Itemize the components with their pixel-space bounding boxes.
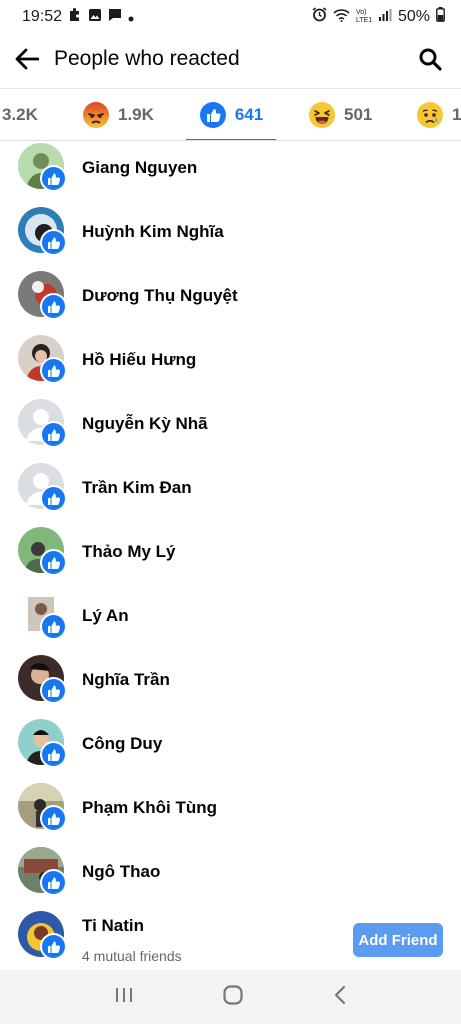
list-item[interactable]: Trần Kim Đan [0, 456, 461, 520]
app-bar: People who reacted [0, 36, 461, 82]
list-item[interactable]: Thảo My Lý [0, 520, 461, 584]
recent-apps-button[interactable] [114, 986, 134, 1009]
angry-reaction-icon [82, 101, 110, 129]
chevron-left-icon [334, 985, 345, 1004]
recents-icon [116, 987, 133, 1002]
tab-count: 1.9K [118, 105, 154, 124]
sad-reaction-icon [416, 101, 444, 129]
back-button[interactable] [14, 46, 40, 72]
list-item[interactable]: Ti Natin 4 mutual friends Add Friend [0, 904, 461, 968]
like-icon [40, 549, 67, 576]
system-back-button[interactable] [333, 985, 347, 1010]
tab-like[interactable]: 641 [186, 89, 276, 140]
like-icon [40, 229, 67, 256]
tab-all[interactable]: 3.2K [2, 89, 38, 140]
list-item[interactable]: Nguyễn Kỳ Nhã [0, 392, 461, 456]
like-icon [40, 485, 67, 512]
gallery-icon [88, 8, 102, 26]
add-friend-button[interactable]: Add Friend [353, 923, 443, 957]
battery-percent: 50% [397, 8, 430, 25]
person-name[interactable]: Hồ Hiếu Hưng [82, 350, 196, 370]
person-name[interactable]: Giang Nguyen [82, 158, 197, 178]
status-bar: 19:52 Vo) LTE1 50% [0, 0, 461, 34]
haha-reaction-icon [308, 101, 336, 129]
person-name[interactable]: Lý An [82, 606, 129, 626]
person-name[interactable]: Ngô Thao [82, 862, 160, 882]
person-name[interactable]: Nguyễn Kỳ Nhã [82, 414, 208, 434]
wifi-icon [333, 8, 350, 27]
list-item[interactable]: Ngô Thao [0, 840, 461, 904]
like-icon [40, 165, 67, 192]
battery-icon [436, 7, 445, 27]
like-icon [40, 677, 67, 704]
like-icon [40, 357, 67, 384]
tab-count: 641 [234, 105, 264, 124]
tab-angry[interactable]: 1.9K [82, 89, 154, 140]
home-button[interactable] [222, 984, 244, 1011]
reaction-tabs: 3.2K 1.9K 641 501 1 [0, 88, 461, 141]
like-icon [40, 421, 67, 448]
like-icon [40, 869, 67, 896]
tab-count: 3.2K [2, 105, 38, 124]
list-item[interactable]: Lý An [0, 584, 461, 648]
person-name[interactable]: Huỳnh Kim Nghĩa [82, 222, 224, 242]
arrow-left-icon [15, 48, 39, 70]
like-icon [40, 293, 67, 320]
search-button[interactable] [417, 46, 443, 72]
home-icon [223, 984, 244, 1005]
page-title: People who reacted [54, 47, 240, 70]
list-item[interactable]: Nghĩa Trần [0, 648, 461, 712]
like-icon [40, 613, 67, 640]
message-icon [108, 8, 122, 26]
tab-sad[interactable]: 1 [416, 89, 461, 140]
person-name[interactable]: Phạm Khôi Tùng [82, 798, 217, 818]
search-icon [419, 48, 442, 71]
list-item[interactable]: Công Duy [0, 712, 461, 776]
person-name[interactable]: Nghĩa Trần [82, 670, 170, 690]
like-reaction-icon [199, 101, 227, 129]
list-item[interactable]: Huỳnh Kim Nghĩa [0, 200, 461, 264]
person-name[interactable]: Công Duy [82, 734, 162, 754]
like-icon [40, 805, 67, 832]
list-item[interactable]: Dương Thụ Nguyệt [0, 264, 461, 328]
signal-icon [378, 8, 392, 27]
list-item[interactable]: Phạm Khôi Tùng [0, 776, 461, 840]
person-name[interactable]: Ti Natin [82, 916, 144, 936]
system-nav-bar [0, 970, 461, 1024]
alarm-icon [312, 7, 327, 27]
like-icon [40, 933, 67, 960]
lte-label: Vo) LTE1 [355, 9, 373, 24]
reactors-list: Giang Nguyen Huỳnh Kim Nghĩa Dương Thụ N… [0, 136, 461, 968]
person-name[interactable]: Trần Kim Đan [82, 478, 192, 498]
person-name[interactable]: Dương Thụ Nguyệt [82, 286, 238, 306]
tab-haha[interactable]: 501 [308, 89, 373, 140]
tab-count: 1 [452, 105, 461, 124]
mutual-friends: 4 mutual friends [82, 948, 182, 964]
list-item[interactable]: Hồ Hiếu Hưng [0, 328, 461, 392]
like-icon [40, 741, 67, 768]
person-name[interactable]: Thảo My Lý [82, 542, 176, 562]
puzzle-icon [68, 7, 82, 27]
dot-icon [128, 9, 134, 26]
tab-count: 501 [344, 105, 373, 124]
list-item[interactable]: Giang Nguyen [0, 136, 461, 200]
status-time: 19:52 [22, 8, 63, 25]
